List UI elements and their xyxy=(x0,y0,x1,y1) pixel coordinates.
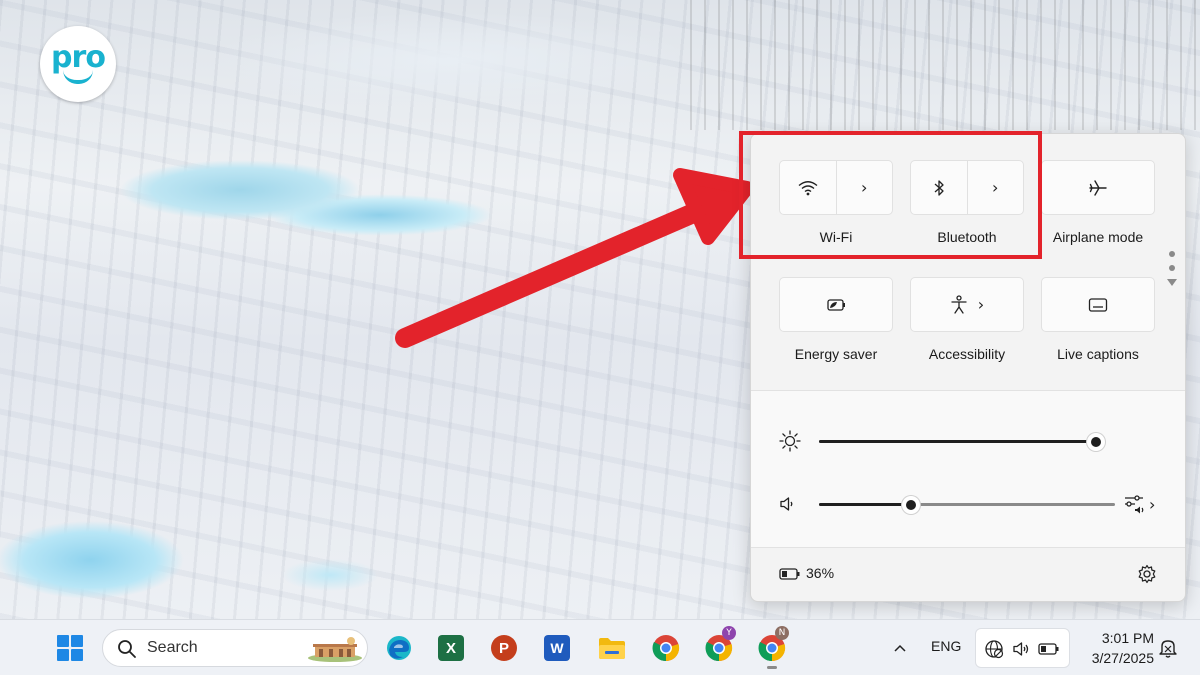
logo-text: pro xyxy=(51,40,106,75)
start-button[interactable] xyxy=(54,632,86,664)
profile-badge: Y xyxy=(722,626,736,640)
search-placeholder: Search xyxy=(147,639,198,656)
page-indicator[interactable] xyxy=(1167,251,1177,286)
chrome-icon xyxy=(652,635,680,662)
settings-button[interactable] xyxy=(1137,564,1157,588)
folder-icon xyxy=(599,638,625,659)
brightness-row xyxy=(751,426,1185,456)
chevron-right-icon: › xyxy=(861,178,868,197)
volume-slider[interactable] xyxy=(819,496,1115,514)
volume-fill xyxy=(819,503,911,506)
taskbar-file-explorer-button[interactable] xyxy=(596,632,628,664)
taskbar-powerpoint-button[interactable]: P xyxy=(488,632,520,664)
bluetooth-tile: › xyxy=(910,160,1024,215)
accessibility-button[interactable]: › xyxy=(910,277,1024,332)
taskbar-word-button[interactable]: W xyxy=(541,632,573,664)
powerpoint-icon: P xyxy=(491,635,517,661)
taskbar-search-box[interactable]: Search xyxy=(102,629,368,667)
clock-time: 3:01 PM xyxy=(1101,630,1154,646)
audio-mixer-icon xyxy=(1125,495,1144,514)
excel-icon: X xyxy=(438,635,464,661)
clock-date: 3/27/2025 xyxy=(1091,650,1154,666)
taskbar-edge-button[interactable] xyxy=(383,632,415,664)
airplane-mode-button[interactable] xyxy=(1041,160,1155,215)
wifi-icon xyxy=(798,180,818,195)
speaker-icon xyxy=(1013,642,1029,656)
live-captions-label: Live captions xyxy=(1057,346,1139,362)
pro-logo: pro xyxy=(40,26,116,102)
taskbar: Search X P W Y N ENG 3:01 PM 3/27/2025 xyxy=(0,619,1200,675)
speaker-icon xyxy=(780,497,793,511)
taskbar-excel-button[interactable]: X xyxy=(435,632,467,664)
airplane-mode-label: Airplane mode xyxy=(1052,229,1144,245)
brightness-icon xyxy=(779,430,801,452)
bluetooth-expand-button[interactable]: › xyxy=(966,161,1024,214)
volume-thumb[interactable] xyxy=(901,496,920,514)
logo-smile xyxy=(63,70,93,84)
battery-icon xyxy=(779,568,800,580)
search-highlight-image xyxy=(308,637,362,662)
live-captions-button[interactable] xyxy=(1041,277,1155,332)
search-icon xyxy=(118,640,136,658)
windows-start-icon xyxy=(57,635,83,661)
audio-mixer-button[interactable]: › xyxy=(1123,491,1163,517)
wifi-toggle-button[interactable] xyxy=(780,161,836,214)
quick-settings-panel: › Wi-Fi › Bluetooth Airplane mode Energy… xyxy=(750,133,1186,602)
edge-icon xyxy=(387,636,411,660)
brightness-slider[interactable] xyxy=(819,433,1106,451)
gear-icon xyxy=(1138,564,1156,584)
chevron-right-icon: › xyxy=(1149,494,1156,514)
airplane-icon xyxy=(1089,179,1107,196)
energy-saver-icon xyxy=(827,298,845,311)
profile-badge: N xyxy=(775,626,789,640)
chevron-up-icon xyxy=(894,644,906,652)
notification-bell-icon xyxy=(1159,640,1177,658)
chevron-right-icon: › xyxy=(977,295,985,314)
taskbar-clock[interactable]: 3:01 PM 3/27/2025 xyxy=(1080,628,1154,668)
volume-row: › xyxy=(751,489,1185,519)
wifi-tile: › xyxy=(779,160,893,215)
chevron-right-icon: › xyxy=(992,178,999,197)
energy-saver-button[interactable] xyxy=(779,277,893,332)
bluetooth-icon xyxy=(934,179,944,196)
word-icon: W xyxy=(544,635,570,661)
battery-button[interactable] xyxy=(779,566,801,585)
input-language-indicator[interactable]: ENG xyxy=(931,638,961,654)
wallpaper-texture xyxy=(690,0,1200,130)
quick-settings-footer: 36% xyxy=(751,548,1185,601)
brightness-fill xyxy=(819,440,1097,443)
notification-center-button[interactable] xyxy=(1152,632,1184,664)
taskbar-chrome-button[interactable] xyxy=(650,632,682,664)
bluetooth-label: Bluetooth xyxy=(937,229,997,245)
next-page-icon xyxy=(1167,279,1177,286)
energy-saver-label: Energy saver xyxy=(794,346,878,362)
page-dot xyxy=(1169,265,1175,271)
battery-percentage: 36% xyxy=(806,565,835,581)
wifi-label: Wi-Fi xyxy=(819,229,853,245)
page-dot xyxy=(1169,251,1175,257)
bluetooth-toggle-button[interactable] xyxy=(911,161,967,214)
battery-icon xyxy=(1038,643,1059,655)
accessibility-label: Accessibility xyxy=(928,346,1006,362)
quick-settings-sliders: › xyxy=(751,390,1185,548)
globe-no-internet-icon xyxy=(985,640,1004,659)
wifi-expand-button[interactable]: › xyxy=(835,161,893,214)
quick-settings-tray-button[interactable] xyxy=(975,628,1070,668)
taskbar-chrome-profile-n-button[interactable]: N xyxy=(756,626,789,669)
accessibility-icon xyxy=(951,294,967,314)
show-hidden-icons-button[interactable] xyxy=(884,632,916,664)
live-captions-icon xyxy=(1088,297,1108,312)
quick-settings-tiles: › Wi-Fi › Bluetooth Airplane mode Energy… xyxy=(751,134,1185,390)
running-indicator xyxy=(767,666,777,669)
taskbar-chrome-profile-y-button[interactable]: Y xyxy=(703,626,736,664)
brightness-thumb[interactable] xyxy=(1087,433,1106,451)
